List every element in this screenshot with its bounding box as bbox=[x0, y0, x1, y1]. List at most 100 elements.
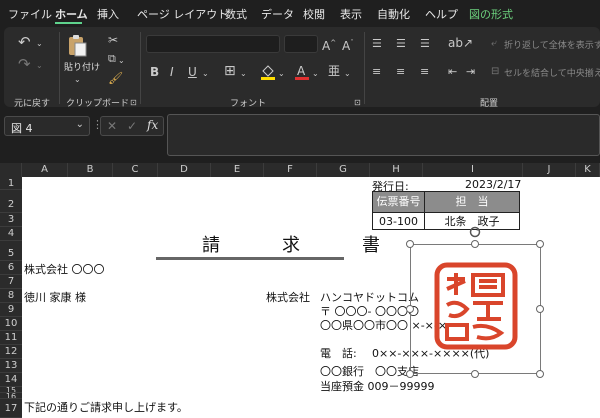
column-header[interactable]: B bbox=[68, 163, 113, 177]
rotate-handle-icon[interactable] bbox=[469, 223, 481, 238]
tab-help[interactable]: ヘルプ bbox=[425, 6, 458, 22]
resize-handle[interactable] bbox=[471, 240, 479, 248]
format-painter-icon[interactable]: 🖌 bbox=[108, 71, 123, 85]
undo-icon[interactable]: ↶ bbox=[18, 35, 31, 50]
tab-insert[interactable]: 挿入 bbox=[97, 6, 119, 22]
column-header[interactable]: G bbox=[317, 163, 370, 177]
row-header[interactable]: 10 bbox=[0, 317, 22, 331]
copy-icon[interactable]: ⧉ bbox=[108, 52, 116, 66]
column-header[interactable]: H bbox=[370, 163, 423, 177]
row-header[interactable]: 12 bbox=[0, 345, 22, 359]
tab-automate[interactable]: 自動化 bbox=[377, 6, 410, 22]
align-middle-icon[interactable]: ☰ bbox=[396, 37, 406, 51]
stamp-selection-frame[interactable] bbox=[410, 244, 541, 374]
row-header[interactable]: 5 bbox=[0, 241, 22, 261]
column-header[interactable]: E bbox=[211, 163, 264, 177]
column-headers: A B C D E F G H I J K bbox=[0, 163, 600, 177]
wrap-text-label[interactable]: 折り返して全体を表示す bbox=[504, 38, 600, 51]
decrease-font-icon[interactable]: Aˇ bbox=[342, 36, 354, 53]
chevron-down-icon[interactable]: ⌄ bbox=[202, 67, 209, 81]
chevron-down-icon[interactable]: ⌄ bbox=[240, 67, 247, 81]
font-size-select[interactable] bbox=[284, 35, 318, 53]
align-center-icon[interactable]: ≡ bbox=[396, 65, 405, 79]
resize-handle[interactable] bbox=[471, 370, 479, 378]
row-header[interactable]: 6 bbox=[0, 261, 22, 275]
resize-handle[interactable] bbox=[406, 240, 414, 248]
dialog-launcher-icon[interactable]: ⊡ bbox=[354, 96, 361, 110]
chevron-down-icon[interactable]: ⌄ bbox=[344, 67, 351, 81]
column-header[interactable]: I bbox=[423, 163, 523, 177]
tab-view[interactable]: 表示 bbox=[340, 6, 362, 22]
italic-button[interactable]: I bbox=[170, 65, 174, 79]
row-header[interactable]: 14 bbox=[0, 373, 22, 387]
underline-button[interactable]: U bbox=[188, 65, 197, 79]
insert-function-button[interactable]: fx bbox=[147, 118, 158, 132]
column-header[interactable]: J bbox=[523, 163, 576, 177]
cut-icon[interactable]: ✂ bbox=[108, 33, 118, 47]
chevron-down-icon[interactable]: ⌄ bbox=[76, 119, 84, 130]
increase-font-icon[interactable]: A^ bbox=[322, 36, 336, 53]
decrease-indent-icon[interactable]: ⇤ bbox=[448, 65, 457, 79]
tab-data[interactable]: データ bbox=[261, 6, 294, 22]
formula-input[interactable] bbox=[167, 114, 600, 156]
font-family-select[interactable] bbox=[146, 35, 280, 53]
font-color-icon[interactable]: A bbox=[294, 63, 310, 81]
column-header[interactable]: K bbox=[576, 163, 600, 177]
cancel-icon[interactable]: ✕ bbox=[107, 119, 117, 133]
row-header[interactable]: 2 bbox=[0, 190, 22, 213]
tab-page-layout[interactable]: ページ レイアウト bbox=[137, 6, 228, 22]
worksheet[interactable]: 発行日: 2023/2/17 伝票番号 担 当 03-100 北条 政子 請 求… bbox=[22, 177, 600, 418]
chevron-down-icon[interactable]: ⌄ bbox=[312, 67, 319, 81]
row-header[interactable]: 9 bbox=[0, 303, 22, 317]
resize-handle[interactable] bbox=[406, 370, 414, 378]
resize-handle[interactable] bbox=[536, 305, 544, 313]
chevron-down-icon[interactable]: ⌄ bbox=[278, 67, 285, 81]
resize-handle[interactable] bbox=[406, 305, 414, 313]
merge-icon[interactable]: ⊟ bbox=[491, 65, 499, 79]
column-header[interactable]: F bbox=[264, 163, 317, 177]
row-header[interactable]: 8 bbox=[0, 289, 22, 303]
paste-label[interactable]: 貼り付け bbox=[64, 60, 100, 73]
resize-handle[interactable] bbox=[536, 370, 544, 378]
chevron-down-icon[interactable]: ⌄ bbox=[74, 73, 81, 87]
align-right-icon[interactable]: ≡ bbox=[420, 65, 429, 79]
tab-review[interactable]: 校閲 bbox=[303, 6, 325, 22]
align-bottom-icon[interactable]: ☰ bbox=[420, 37, 430, 51]
chevron-down-icon[interactable]: ⌄ bbox=[118, 54, 125, 68]
company-seal-image[interactable] bbox=[433, 261, 519, 351]
borders-icon[interactable]: ⊞ bbox=[224, 64, 236, 78]
chevron-down-icon[interactable]: ⌄ bbox=[36, 59, 43, 73]
column-header[interactable]: C bbox=[113, 163, 158, 177]
row-header[interactable]: 17 bbox=[0, 399, 22, 418]
fill-color-icon[interactable] bbox=[260, 63, 276, 81]
dialog-launcher-icon[interactable]: ⊡ bbox=[130, 96, 137, 110]
redo-icon[interactable]: ↷ bbox=[18, 57, 31, 72]
column-header[interactable]: A bbox=[22, 163, 68, 177]
row-header[interactable]: 11 bbox=[0, 331, 22, 345]
orientation-icon[interactable]: ab↗ bbox=[448, 36, 473, 50]
resize-handle[interactable] bbox=[536, 240, 544, 248]
row-header[interactable]: 3 bbox=[0, 213, 22, 227]
column-header[interactable]: D bbox=[158, 163, 211, 177]
row-header[interactable]: 13 bbox=[0, 359, 22, 373]
enter-icon[interactable]: ✓ bbox=[127, 119, 137, 133]
name-box[interactable]: 図 4 ⌄ bbox=[4, 116, 90, 136]
select-all[interactable] bbox=[0, 163, 22, 177]
increase-indent-icon[interactable]: ⇥ bbox=[466, 65, 475, 79]
chevron-down-icon[interactable]: ⌄ bbox=[36, 37, 43, 51]
row-header[interactable]: 7 bbox=[0, 275, 22, 289]
paste-icon[interactable] bbox=[67, 33, 87, 57]
merge-center-label[interactable]: セルを結合して中央揃え bbox=[504, 66, 600, 79]
bold-button[interactable]: B bbox=[150, 65, 159, 79]
row-header[interactable]: 1 bbox=[0, 177, 22, 190]
tab-formulas[interactable]: 数式 bbox=[225, 6, 247, 22]
align-left-icon[interactable]: ≡ bbox=[372, 65, 381, 79]
wrap-text-icon[interactable]: ⤶ bbox=[491, 37, 497, 51]
align-top-icon[interactable]: ☰ bbox=[372, 37, 382, 51]
row-header[interactable]: 4 bbox=[0, 227, 22, 241]
tab-file[interactable]: ファイル bbox=[8, 6, 52, 22]
tab-picture-format[interactable]: 図の形式 bbox=[469, 6, 513, 22]
phone-label: 電 話: bbox=[320, 347, 357, 360]
tab-home[interactable]: ホーム bbox=[55, 6, 88, 22]
phonetic-icon[interactable]: 亜 bbox=[328, 64, 340, 78]
